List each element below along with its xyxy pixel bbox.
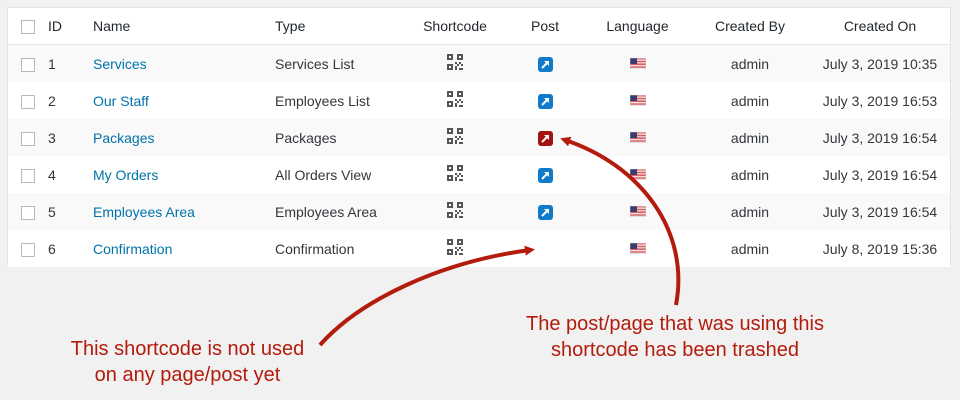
arrow-trashed	[560, 136, 681, 306]
annotation-trashed-line1: The post/page that was using this	[526, 313, 824, 335]
annotation-not-used: This shortcode is not used on any page/p…	[40, 336, 335, 388]
annotation-trashed: The post/page that was using this shortc…	[495, 311, 855, 363]
annotation-trashed-line2: shortcode has been trashed	[551, 339, 799, 361]
annotation-not-used-line1: This shortcode is not used	[70, 338, 305, 360]
annotation-not-used-line2: on any page/post yet	[94, 364, 281, 386]
